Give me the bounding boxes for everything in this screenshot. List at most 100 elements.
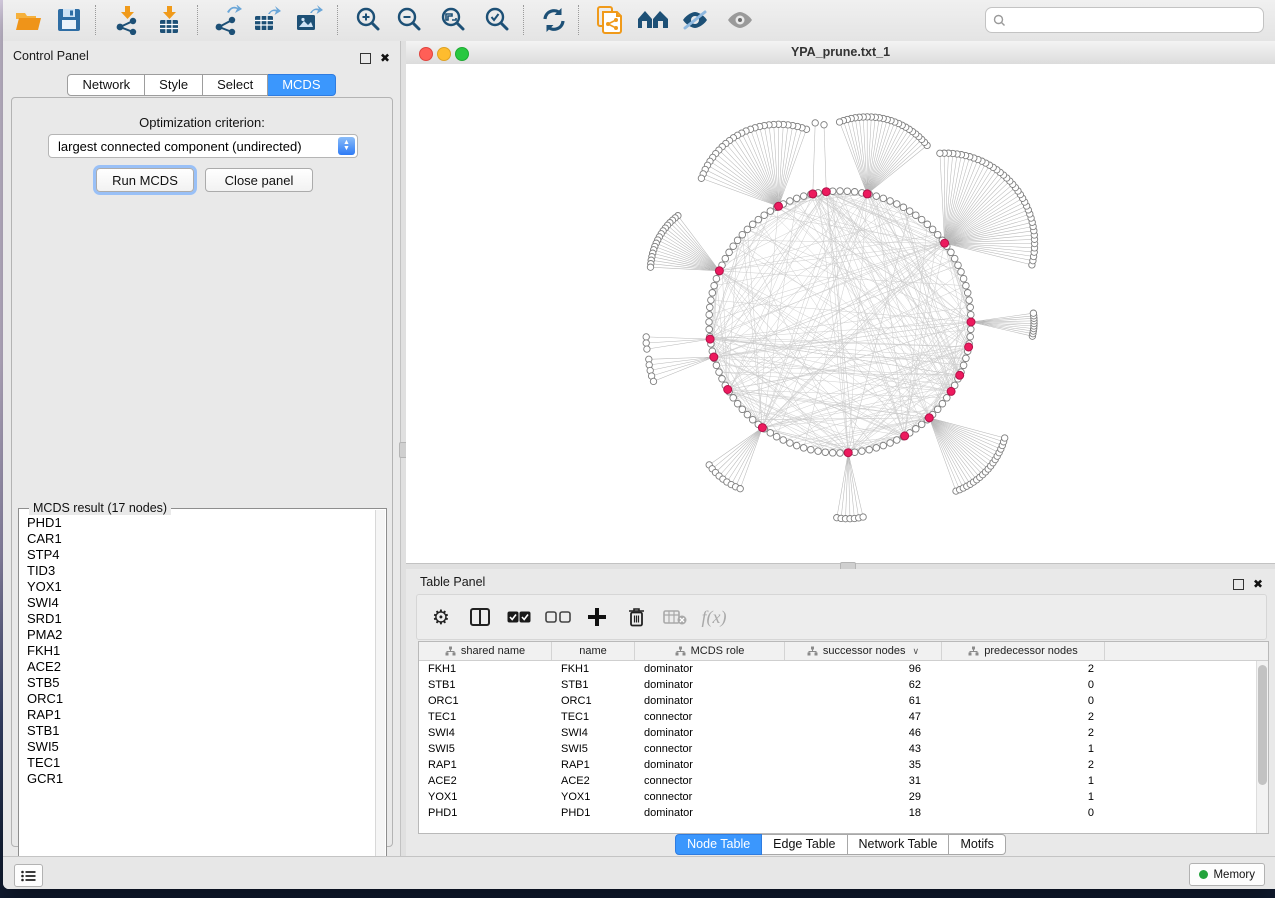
cell: 0 bbox=[942, 695, 1105, 707]
mcds-result-node[interactable]: PMA2 bbox=[20, 627, 376, 643]
tab-edge-table[interactable]: Edge Table bbox=[762, 834, 847, 855]
tab-node-table[interactable]: Node Table bbox=[675, 834, 762, 855]
mcds-result-node[interactable]: SWI4 bbox=[20, 595, 376, 611]
mcds-result-node[interactable]: TID3 bbox=[20, 563, 376, 579]
table-row[interactable]: TEC1TEC1connector472 bbox=[419, 709, 1257, 725]
zoom-fit-icon[interactable] bbox=[433, 2, 473, 38]
import-network-icon[interactable] bbox=[107, 2, 147, 38]
delete-icon[interactable] bbox=[621, 602, 651, 632]
table-row[interactable]: FKH1FKH1dominator962 bbox=[419, 661, 1257, 677]
optimization-criterion-select[interactable]: largest connected component (undirected)… bbox=[48, 134, 358, 158]
memory-button[interactable]: Memory bbox=[1189, 863, 1265, 886]
tab-motifs[interactable]: Motifs bbox=[949, 834, 1005, 855]
table-row[interactable]: RAP1RAP1dominator352 bbox=[419, 757, 1257, 773]
zoom-selected-icon[interactable] bbox=[477, 2, 517, 38]
cell: STB1 bbox=[419, 679, 552, 691]
zoom-in-icon[interactable] bbox=[348, 2, 388, 38]
column-header-mcds-role[interactable]: MCDS role bbox=[635, 642, 785, 660]
cell: YOX1 bbox=[552, 791, 635, 803]
cell: dominator bbox=[635, 759, 785, 771]
mcds-result-node[interactable]: ORC1 bbox=[20, 691, 376, 707]
scrollbar-thumb[interactable] bbox=[1258, 665, 1267, 785]
mcds-result-node[interactable]: FKH1 bbox=[20, 643, 376, 659]
network-graph[interactable] bbox=[406, 64, 1275, 563]
mcds-result-node[interactable]: ACE2 bbox=[20, 659, 376, 675]
optimization-label: Optimization criterion: bbox=[12, 115, 392, 130]
float-panel-icon[interactable] bbox=[360, 53, 371, 64]
show-all-icon[interactable] bbox=[720, 2, 760, 38]
cell: connector bbox=[635, 775, 785, 787]
cell: SWI4 bbox=[419, 727, 552, 739]
mcds-result-scrollbar[interactable] bbox=[375, 510, 385, 878]
cell: 2 bbox=[942, 711, 1105, 723]
tab-network[interactable]: Network bbox=[67, 74, 145, 96]
first-neighbors-icon[interactable] bbox=[633, 2, 673, 38]
select-all-icon[interactable] bbox=[504, 602, 534, 632]
task-history-button[interactable] bbox=[14, 864, 43, 887]
add-icon[interactable] bbox=[582, 602, 612, 632]
table-row[interactable]: ACE2ACE2connector311 bbox=[419, 773, 1257, 789]
mcds-result-node[interactable]: SRD1 bbox=[20, 611, 376, 627]
list-icon bbox=[21, 870, 36, 882]
show-columns-icon[interactable] bbox=[465, 602, 495, 632]
network-titlebar[interactable]: YPA_prune.txt_1 bbox=[406, 41, 1275, 65]
mcds-result-node[interactable]: GCR1 bbox=[20, 771, 376, 787]
refresh-icon[interactable] bbox=[534, 2, 574, 38]
column-header-shared-name[interactable]: shared name bbox=[419, 642, 552, 660]
cell: TEC1 bbox=[419, 711, 552, 723]
export-network-icon[interactable] bbox=[207, 2, 247, 38]
open-file-icon[interactable] bbox=[8, 2, 48, 38]
mcds-result-node[interactable]: RAP1 bbox=[20, 707, 376, 723]
tab-select[interactable]: Select bbox=[203, 74, 268, 96]
clone-network-icon[interactable] bbox=[589, 2, 629, 38]
mcds-result-list[interactable]: PHD1CAR1STP4TID3YOX1SWI4SRD1PMA2FKH1ACE2… bbox=[20, 515, 376, 878]
search-input[interactable] bbox=[1006, 11, 1263, 29]
status-bar: Memory bbox=[3, 856, 1275, 889]
table-settings-gear-icon[interactable]: ⚙ bbox=[426, 602, 456, 632]
search-icon bbox=[993, 14, 1006, 27]
mcds-result-node[interactable]: TEC1 bbox=[20, 755, 376, 771]
deselect-all-icon[interactable] bbox=[543, 602, 573, 632]
zoom-out-icon[interactable] bbox=[389, 2, 429, 38]
tab-network-table[interactable]: Network Table bbox=[848, 834, 950, 855]
save-icon[interactable] bbox=[49, 2, 89, 38]
mcds-result-node[interactable]: STB1 bbox=[20, 723, 376, 739]
cell: connector bbox=[635, 743, 785, 755]
hide-selected-icon[interactable] bbox=[675, 2, 715, 38]
export-table-icon[interactable] bbox=[247, 2, 287, 38]
close-panel-icon[interactable]: ✖ bbox=[380, 53, 390, 63]
node-table-body: FKH1FKH1dominator962STB1STB1dominator620… bbox=[419, 661, 1257, 833]
mcds-result-node[interactable]: SWI5 bbox=[20, 739, 376, 755]
tab-mcds[interactable]: MCDS bbox=[268, 74, 335, 96]
cell: 2 bbox=[942, 759, 1105, 771]
cell: ORC1 bbox=[419, 695, 552, 707]
toolbar-separator bbox=[197, 5, 198, 35]
cell: RAP1 bbox=[419, 759, 552, 771]
mcds-pane: Optimization criterion: largest connecte… bbox=[11, 97, 393, 847]
column-header-predecessor-nodes[interactable]: predecessor nodes bbox=[942, 642, 1105, 660]
import-table-icon[interactable] bbox=[149, 2, 189, 38]
table-row[interactable]: SWI5SWI5connector431 bbox=[419, 741, 1257, 757]
search-field[interactable] bbox=[985, 7, 1264, 33]
cell: YOX1 bbox=[419, 791, 552, 803]
column-header-name[interactable]: name bbox=[552, 642, 635, 660]
float-panel-icon[interactable] bbox=[1233, 579, 1244, 590]
tab-style[interactable]: Style bbox=[145, 74, 203, 96]
table-row[interactable]: PHD1PHD1dominator180 bbox=[419, 805, 1257, 821]
table-row[interactable]: ORC1ORC1dominator610 bbox=[419, 693, 1257, 709]
close-panel-button[interactable]: Close panel bbox=[205, 168, 313, 192]
export-image-icon[interactable] bbox=[289, 2, 329, 38]
mcds-result-node[interactable]: STB5 bbox=[20, 675, 376, 691]
mcds-result-node[interactable]: PHD1 bbox=[20, 515, 376, 531]
mcds-result-node[interactable]: STP4 bbox=[20, 547, 376, 563]
mcds-result-node[interactable]: YOX1 bbox=[20, 579, 376, 595]
table-scrollbar[interactable] bbox=[1256, 661, 1268, 833]
table-row[interactable]: SWI4SWI4dominator462 bbox=[419, 725, 1257, 741]
table-row[interactable]: STB1STB1dominator620 bbox=[419, 677, 1257, 693]
close-panel-icon[interactable]: ✖ bbox=[1253, 579, 1263, 589]
column-header-successor-nodes[interactable]: successor nodes∨ bbox=[785, 642, 942, 660]
table-row[interactable]: YOX1YOX1connector291 bbox=[419, 789, 1257, 805]
cell: 2 bbox=[942, 727, 1105, 739]
run-mcds-button[interactable]: Run MCDS bbox=[96, 168, 194, 192]
mcds-result-node[interactable]: CAR1 bbox=[20, 531, 376, 547]
